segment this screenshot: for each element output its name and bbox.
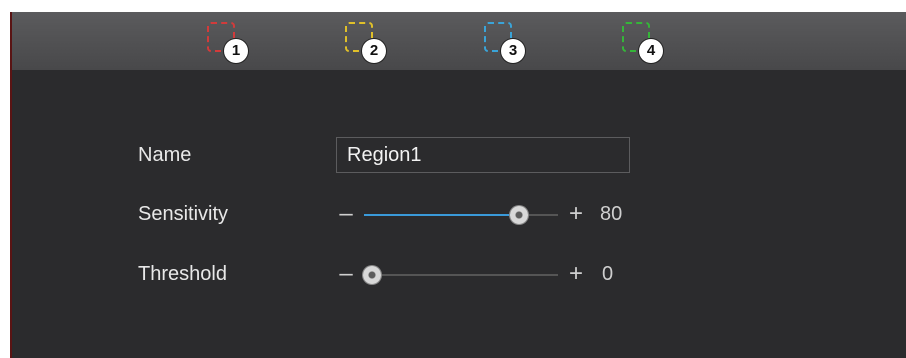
threshold-decrease-button[interactable]: – (336, 262, 356, 286)
threshold-slider[interactable] (363, 266, 558, 284)
sensitivity-increase-button[interactable]: + (566, 202, 586, 226)
sensitivity-label: Sensitivity (138, 203, 229, 225)
threshold-label: Threshold (138, 263, 227, 285)
sensitivity-slider[interactable] (364, 206, 558, 224)
page: 1 2 3 4 Name Sensitivity – + 80 (0, 0, 906, 358)
sensitivity-value: 80 (600, 203, 623, 225)
region-2-badge: 2 (362, 39, 386, 63)
sensitivity-decrease-button[interactable]: – (336, 202, 356, 226)
name-input[interactable] (336, 137, 630, 173)
threshold-slider-thumb[interactable] (363, 266, 381, 284)
region-4-button[interactable]: 4 (622, 22, 670, 66)
region-3-badge: 3 (501, 39, 525, 63)
region-settings-panel: 1 2 3 4 Name Sensitivity – + 80 (10, 12, 906, 358)
sensitivity-slider-thumb[interactable] (510, 206, 528, 224)
threshold-increase-button[interactable]: + (566, 262, 586, 286)
region-2-button[interactable]: 2 (345, 22, 393, 66)
threshold-value: 0 (602, 263, 614, 285)
region-1-badge: 1 (224, 39, 248, 63)
region-3-button[interactable]: 3 (484, 22, 532, 66)
region-4-badge: 4 (639, 39, 663, 63)
region-toolbar: 1 2 3 4 (12, 12, 906, 70)
name-label: Name (138, 144, 192, 166)
region-1-button[interactable]: 1 (207, 22, 255, 66)
sensitivity-slider-fill (364, 214, 519, 216)
